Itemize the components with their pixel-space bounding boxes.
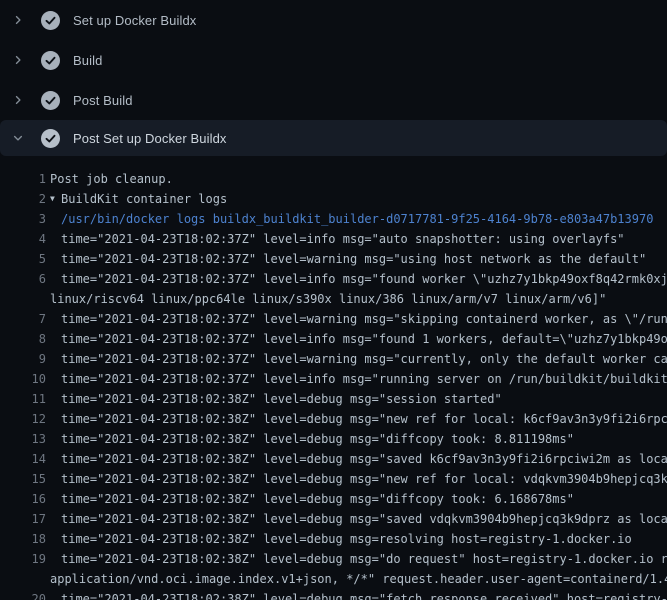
log-row: 13 time="2021-04-23T18:02:38Z" level=deb… bbox=[0, 429, 667, 449]
log-text: BuildKit container logs bbox=[61, 189, 227, 209]
log-row: 6 time="2021-04-23T18:02:37Z" level=info… bbox=[0, 269, 667, 289]
log-row: 8 time="2021-04-23T18:02:37Z" level=info… bbox=[0, 329, 667, 349]
line-number[interactable]: 12 bbox=[0, 409, 46, 429]
line-number[interactable]: 7 bbox=[0, 309, 46, 329]
check-circle-icon bbox=[41, 91, 61, 110]
line-number[interactable]: 20 bbox=[0, 589, 46, 600]
log-row: 7 time="2021-04-23T18:02:37Z" level=warn… bbox=[0, 309, 667, 329]
step-title: Post Build bbox=[73, 93, 133, 108]
log-text: time="2021-04-23T18:02:37Z" level=info m… bbox=[61, 329, 667, 349]
log-row: 18 time="2021-04-23T18:02:38Z" level=deb… bbox=[0, 529, 667, 549]
line-number[interactable]: 17 bbox=[0, 509, 46, 529]
line-number[interactable]: 8 bbox=[0, 329, 46, 349]
line-number[interactable]: 6 bbox=[0, 269, 46, 289]
log-row: 5 time="2021-04-23T18:02:37Z" level=warn… bbox=[0, 249, 667, 269]
log-row: 2 ▼ BuildKit container logs bbox=[0, 189, 667, 209]
chevron-right-icon bbox=[12, 94, 28, 106]
step-row-set-up-docker-buildx[interactable]: Set up Docker Buildx bbox=[0, 0, 667, 40]
log-text: time="2021-04-23T18:02:38Z" level=debug … bbox=[61, 409, 667, 429]
log-text: application/vnd.oci.image.index.v1+json,… bbox=[50, 569, 667, 589]
step-row-build[interactable]: Build bbox=[0, 40, 667, 80]
log-row: 15 time="2021-04-23T18:02:38Z" level=deb… bbox=[0, 469, 667, 489]
chevron-right-icon bbox=[12, 54, 28, 66]
check-circle-icon bbox=[41, 11, 61, 30]
line-number[interactable]: 13 bbox=[0, 429, 46, 449]
steps-list: Set up Docker Buildx Build Post Build bbox=[0, 0, 667, 156]
log-text: time="2021-04-23T18:02:38Z" level=debug … bbox=[61, 529, 632, 549]
line-number[interactable]: 2 bbox=[0, 189, 46, 209]
log-row: 19 time="2021-04-23T18:02:38Z" level=deb… bbox=[0, 549, 667, 569]
line-number[interactable]: 16 bbox=[0, 489, 46, 509]
log-text: time="2021-04-23T18:02:38Z" level=debug … bbox=[61, 509, 667, 529]
log-row: 12 time="2021-04-23T18:02:38Z" level=deb… bbox=[0, 409, 667, 429]
log-text: time="2021-04-23T18:02:37Z" level=info m… bbox=[61, 369, 667, 389]
log-row: 16 time="2021-04-23T18:02:38Z" level=deb… bbox=[0, 489, 667, 509]
log-text: time="2021-04-23T18:02:37Z" level=warnin… bbox=[61, 309, 667, 329]
line-number[interactable]: 10 bbox=[0, 369, 46, 389]
line-number[interactable]: 4 bbox=[0, 229, 46, 249]
log-row: application/vnd.oci.image.index.v1+json,… bbox=[0, 569, 667, 589]
log-text: time="2021-04-23T18:02:38Z" level=debug … bbox=[61, 489, 574, 509]
line-number[interactable]: 1 bbox=[0, 169, 46, 189]
line-number[interactable]: 15 bbox=[0, 469, 46, 489]
log-row: 10 time="2021-04-23T18:02:37Z" level=inf… bbox=[0, 369, 667, 389]
step-row-post-set-up-docker-buildx[interactable]: Post Set up Docker Buildx bbox=[0, 120, 667, 156]
log-lines: 1 Post job cleanup. 2 ▼ BuildKit contain… bbox=[0, 169, 667, 600]
step-title: Build bbox=[73, 53, 102, 68]
log-text: linux/riscv64 linux/ppc64le linux/s390x … bbox=[50, 289, 606, 309]
log-row: 3 /usr/bin/docker logs buildx_buildkit_b… bbox=[0, 209, 667, 229]
log-text: time="2021-04-23T18:02:37Z" level=info m… bbox=[61, 269, 667, 289]
check-circle-icon bbox=[41, 129, 61, 148]
step-title: Set up Docker Buildx bbox=[73, 13, 196, 28]
log-row: 20 time="2021-04-23T18:02:38Z" level=deb… bbox=[0, 589, 667, 600]
log-text: time="2021-04-23T18:02:37Z" level=info m… bbox=[61, 229, 625, 249]
log-text: /usr/bin/docker logs buildx_buildkit_bui… bbox=[61, 209, 653, 229]
line-number[interactable]: 3 bbox=[0, 209, 46, 229]
log-row: 14 time="2021-04-23T18:02:38Z" level=deb… bbox=[0, 449, 667, 469]
log-row: 1 Post job cleanup. bbox=[0, 169, 667, 189]
group-expander-icon[interactable]: ▼ bbox=[50, 189, 61, 209]
line-number[interactable] bbox=[0, 289, 46, 309]
log-text: time="2021-04-23T18:02:38Z" level=debug … bbox=[61, 589, 667, 600]
log-row: 17 time="2021-04-23T18:02:38Z" level=deb… bbox=[0, 509, 667, 529]
line-number[interactable]: 18 bbox=[0, 529, 46, 549]
chevron-down-icon bbox=[12, 132, 28, 144]
chevron-right-icon bbox=[12, 14, 28, 26]
log-row: 4 time="2021-04-23T18:02:37Z" level=info… bbox=[0, 229, 667, 249]
check-circle-icon bbox=[41, 51, 61, 70]
line-number[interactable] bbox=[0, 569, 46, 589]
log-text: time="2021-04-23T18:02:38Z" level=debug … bbox=[61, 449, 667, 469]
log-row: 11 time="2021-04-23T18:02:38Z" level=deb… bbox=[0, 389, 667, 409]
log-text: time="2021-04-23T18:02:38Z" level=debug … bbox=[61, 549, 667, 569]
log-text: time="2021-04-23T18:02:37Z" level=warnin… bbox=[61, 249, 646, 269]
line-number[interactable]: 11 bbox=[0, 389, 46, 409]
actions-log-viewer: Set up Docker Buildx Build Post Build bbox=[0, 0, 667, 600]
line-number[interactable]: 14 bbox=[0, 449, 46, 469]
log-row: 9 time="2021-04-23T18:02:37Z" level=warn… bbox=[0, 349, 667, 369]
line-number[interactable]: 9 bbox=[0, 349, 46, 369]
line-number[interactable]: 5 bbox=[0, 249, 46, 269]
step-row-post-build[interactable]: Post Build bbox=[0, 80, 667, 120]
line-number[interactable]: 19 bbox=[0, 549, 46, 569]
log-text: time="2021-04-23T18:02:38Z" level=debug … bbox=[61, 389, 502, 409]
log-text: time="2021-04-23T18:02:37Z" level=warnin… bbox=[61, 349, 667, 369]
log-text: time="2021-04-23T18:02:38Z" level=debug … bbox=[61, 469, 667, 489]
log-text: time="2021-04-23T18:02:38Z" level=debug … bbox=[61, 429, 574, 449]
step-title: Post Set up Docker Buildx bbox=[73, 131, 227, 146]
log-row: linux/riscv64 linux/ppc64le linux/s390x … bbox=[0, 289, 667, 309]
log-text: Post job cleanup. bbox=[50, 169, 173, 189]
